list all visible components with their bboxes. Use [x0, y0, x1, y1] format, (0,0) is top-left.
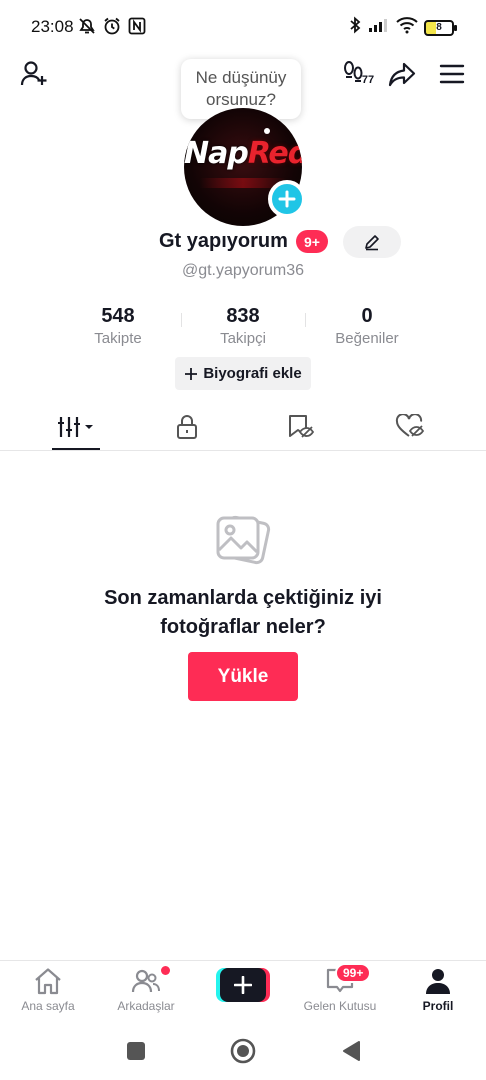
- battery-icon: 8: [424, 19, 457, 36]
- nav-home[interactable]: Ana sayfa: [3, 967, 93, 1013]
- stat-likes[interactable]: 0 Beğeniler: [307, 304, 427, 349]
- tooltip-anchor-dot: [264, 128, 270, 134]
- stat-following[interactable]: 548 Takipte: [58, 304, 178, 349]
- display-name: Gt yapıyorum: [159, 230, 288, 252]
- status-bar: 23:08 8: [0, 0, 486, 52]
- tab-reposts[interactable]: [270, 404, 330, 450]
- active-tab-indicator: [52, 448, 100, 450]
- profile-tabs: [0, 404, 486, 451]
- create-button[interactable]: [216, 968, 270, 1002]
- upload-button[interactable]: Yükle: [188, 652, 298, 701]
- add-bio-label: Biyografi ekle: [203, 365, 302, 382]
- stat-divider: [305, 313, 306, 327]
- footprint-icon: [343, 61, 363, 82]
- following-label: Takipte: [94, 330, 142, 347]
- empty-title-line2: fotoğraflar neler?: [160, 616, 326, 638]
- tab-private[interactable]: [157, 404, 217, 450]
- followers-label: Takipçi: [220, 330, 266, 347]
- username: @gt.yapyorum36: [181, 262, 305, 279]
- share-icon: [388, 62, 416, 87]
- likes-label: Beğeniler: [335, 330, 399, 347]
- friends-icon: [131, 969, 160, 993]
- mute-icon: [77, 16, 97, 41]
- nav-profile[interactable]: Profil: [393, 967, 483, 1013]
- nav-friends[interactable]: Arkadaşlar: [101, 967, 191, 1013]
- nav-home-label: Ana sayfa: [21, 999, 75, 1013]
- home-system-button[interactable]: [230, 1038, 256, 1064]
- nav-profile-label: Profil: [422, 999, 454, 1013]
- likes-count: 0: [361, 305, 373, 327]
- inbox-badge: 99+: [335, 963, 372, 983]
- edit-profile-button[interactable]: [343, 226, 401, 258]
- tab-videos[interactable]: [46, 404, 106, 450]
- followers-count: 838: [226, 305, 260, 327]
- avatar-logo: NapRed: [184, 136, 302, 171]
- grid-filter-icon: [58, 417, 93, 437]
- empty-state-title: Son zamanlarda çektiğiniz iyi fotoğrafla…: [0, 584, 486, 642]
- plus-icon: [185, 367, 198, 380]
- add-bio-button[interactable]: Biyografi ekle: [175, 357, 311, 390]
- pencil-icon: [365, 235, 379, 251]
- nfc-icon: [127, 16, 147, 41]
- bookmark-hidden-icon: [289, 415, 314, 438]
- following-count: 548: [101, 305, 135, 327]
- empty-title-line1: Son zamanlarda çektiğiniz iyi: [104, 587, 382, 609]
- circle-icon: [230, 1038, 256, 1064]
- square-icon: [127, 1042, 145, 1060]
- lock-icon: [177, 415, 197, 439]
- photos-icon: [214, 512, 272, 570]
- nav-inbox-label: Gelen Kutusu: [303, 999, 377, 1013]
- bluetooth-icon: [348, 16, 362, 39]
- tab-liked[interactable]: [380, 404, 440, 450]
- stat-followers[interactable]: 838 Takipçi: [183, 304, 303, 349]
- add-user-icon: [20, 61, 47, 86]
- status-time: 23:08: [31, 17, 74, 36]
- recents-button[interactable]: [123, 1038, 149, 1064]
- back-button[interactable]: [338, 1038, 364, 1064]
- add-photo-button[interactable]: [268, 180, 306, 218]
- home-icon: [35, 968, 61, 995]
- nav-friends-label: Arkadaşlar: [117, 999, 175, 1013]
- tooltip-text-line1: Ne düşünüy: [195, 68, 287, 87]
- friends-notification-dot: [161, 966, 170, 975]
- footprints-button[interactable]: 77: [338, 58, 378, 90]
- wifi-icon: [396, 16, 418, 39]
- back-triangle-icon: [343, 1041, 360, 1061]
- add-friend-button[interactable]: [18, 58, 50, 90]
- heart-hidden-icon: [395, 414, 425, 437]
- points-label: 77: [361, 74, 375, 86]
- signal-icon: [368, 17, 390, 38]
- menu-button[interactable]: [436, 58, 468, 90]
- plus-icon: [278, 190, 296, 208]
- notification-badge[interactable]: 9+: [296, 230, 328, 253]
- plus-icon: [220, 968, 266, 1002]
- hamburger-menu-icon: [439, 64, 465, 84]
- profile-icon: [426, 969, 450, 994]
- battery-level: 8: [436, 22, 442, 33]
- stat-divider: [181, 313, 182, 327]
- alarm-icon: [102, 16, 122, 41]
- system-nav-bar: [0, 1022, 486, 1080]
- share-button[interactable]: [386, 58, 418, 90]
